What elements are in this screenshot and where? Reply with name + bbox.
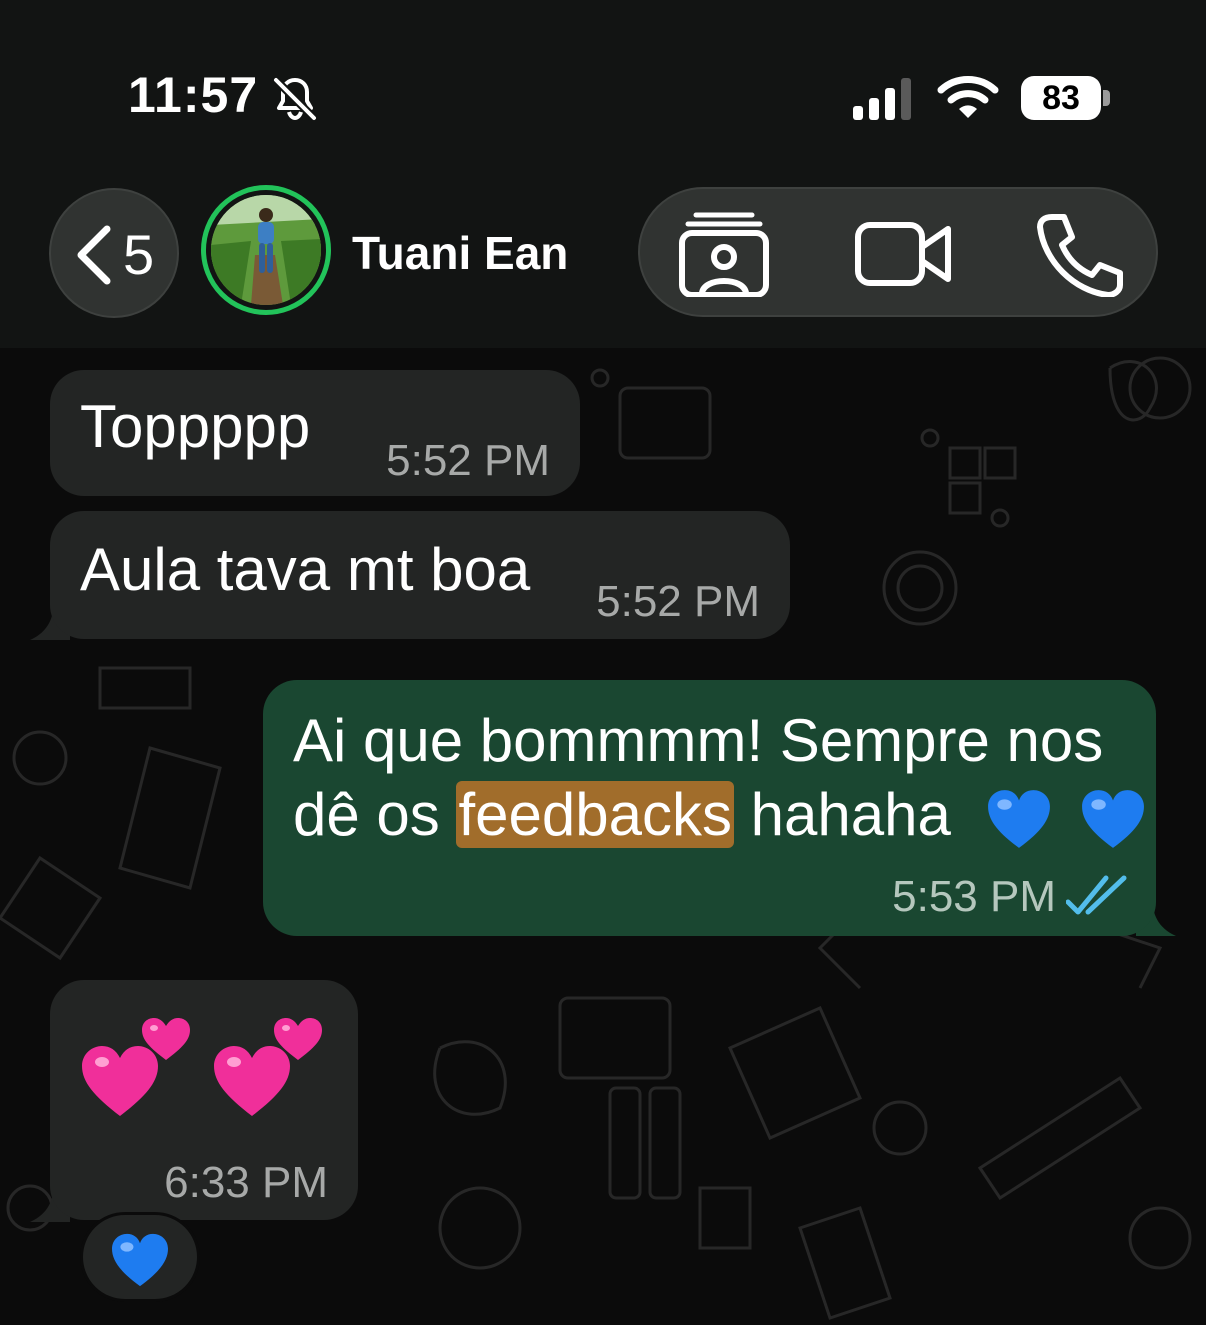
status-time: 11:57 <box>128 67 259 123</box>
two-hearts-emoji <box>82 1018 190 1116</box>
message-text-line-2: dê os feedbacks hahaha <box>293 780 1146 850</box>
phone-call-icon <box>1037 214 1123 298</box>
message-reaction[interactable] <box>80 1212 200 1302</box>
incoming-message[interactable]: Toppppp 5:52 PM <box>50 370 580 496</box>
bell-slash-icon <box>273 77 317 121</box>
battery-icon: 83 <box>1021 76 1111 122</box>
battery-level: 83 <box>1042 79 1080 117</box>
blue-heart-emoji <box>987 790 1050 849</box>
message-text-line-1: Ai que bommmm! Sempre nos <box>293 707 1104 774</box>
highlighted-word: feedbacks <box>456 781 734 848</box>
video-call-button[interactable] <box>854 211 954 297</box>
chat-header: 11:57 83 5 Tuani Ean <box>0 0 1206 348</box>
message-text: Toppppp <box>80 393 311 460</box>
read-receipt-icon <box>1066 875 1127 915</box>
message-list[interactable]: Toppppp 5:52 PM Aula tava mt boa 5:52 PM… <box>0 348 1206 1325</box>
two-hearts-emoji <box>214 1018 322 1116</box>
wifi-icon <box>937 76 999 118</box>
message-time: 5:52 PM <box>386 436 550 485</box>
message-time: 5:52 PM <box>596 577 760 626</box>
outgoing-message[interactable]: Ai que bommmm! Sempre nos dê os feedback… <box>263 680 1156 936</box>
incoming-emoji-message[interactable]: 6:33 PM <box>50 980 358 1220</box>
chevron-left-icon <box>77 225 111 285</box>
avatar-photo <box>211 195 321 305</box>
contact-name[interactable]: Tuani Ean <box>352 226 568 280</box>
message-text: Aula tava mt boa <box>80 536 531 603</box>
message-text-before: dê os <box>293 781 457 848</box>
video-call-icon <box>855 222 951 286</box>
avatar[interactable] <box>201 185 331 315</box>
call-actions <box>638 187 1158 317</box>
contact-card-button[interactable] <box>674 211 774 298</box>
message-text-after: hahaha <box>733 781 951 848</box>
voice-call-button[interactable] <box>1030 211 1130 298</box>
back-button[interactable]: 5 <box>49 188 179 318</box>
contact-card-icon <box>679 212 769 298</box>
message-time: 6:33 PM <box>164 1158 328 1207</box>
blue-heart-emoji <box>1082 790 1145 849</box>
cellular-signal-icon <box>853 78 911 120</box>
blue-heart-emoji <box>112 1233 168 1287</box>
incoming-message[interactable]: Aula tava mt boa 5:52 PM <box>50 511 790 639</box>
message-time: 5:53 PM <box>892 872 1056 921</box>
unread-count: 5 <box>123 223 155 286</box>
